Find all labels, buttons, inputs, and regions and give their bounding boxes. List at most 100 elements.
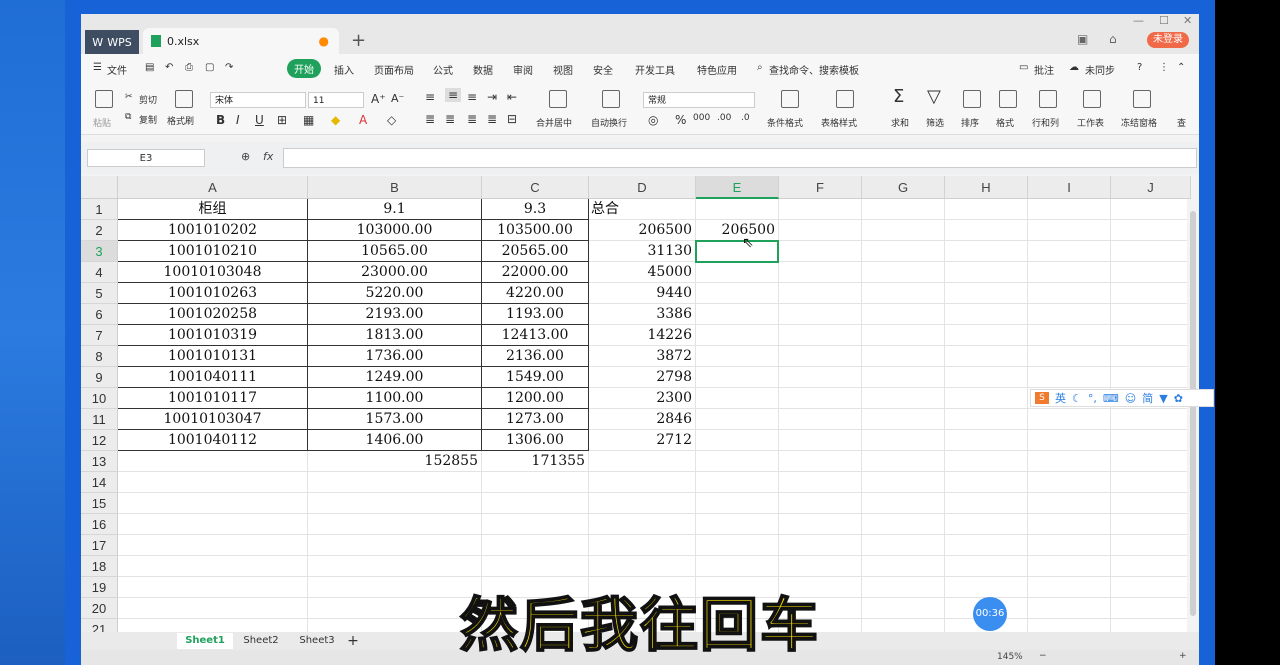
cell-a5[interactable]: 1001010263 bbox=[118, 283, 308, 304]
punct-icon[interactable]: °, bbox=[1088, 392, 1097, 405]
paste-icon[interactable] bbox=[95, 90, 113, 108]
cell-c1[interactable]: 9.3 bbox=[482, 199, 589, 220]
cell-a12[interactable]: 1001040112 bbox=[118, 430, 308, 451]
maximize-icon[interactable]: ☐ bbox=[1159, 14, 1169, 27]
cell-b5[interactable]: 5220.00 bbox=[308, 283, 482, 304]
cell-e7[interactable] bbox=[696, 325, 779, 346]
cell-j12[interactable] bbox=[1111, 430, 1187, 451]
font-color-icon[interactable]: A bbox=[359, 113, 367, 127]
cell-g2[interactable] bbox=[862, 220, 945, 241]
cell-d13[interactable] bbox=[589, 451, 696, 472]
column-header-i[interactable]: I bbox=[1028, 176, 1111, 199]
sum-icon[interactable]: Σ bbox=[893, 86, 904, 107]
cell-f13[interactable] bbox=[779, 451, 862, 472]
cell-c16[interactable] bbox=[482, 514, 589, 535]
thousands-icon[interactable]: 000 bbox=[693, 113, 710, 123]
select-all-corner[interactable] bbox=[81, 176, 118, 199]
cell-g14[interactable] bbox=[862, 472, 945, 493]
cell-g11[interactable] bbox=[862, 409, 945, 430]
skin-icon[interactable]: ⌂ bbox=[1109, 32, 1117, 46]
cell-c7[interactable]: 12413.00 bbox=[482, 325, 589, 346]
cell-f1[interactable] bbox=[779, 199, 862, 220]
cut-icon[interactable]: ✂ bbox=[125, 92, 133, 102]
sum-button[interactable]: 求和 bbox=[891, 116, 909, 129]
cell-e18[interactable] bbox=[696, 556, 779, 577]
cell-i14[interactable] bbox=[1028, 472, 1111, 493]
align-top-icon[interactable]: ≡ bbox=[425, 90, 435, 104]
cell-f17[interactable] bbox=[779, 535, 862, 556]
row-header-13[interactable]: 13 bbox=[81, 451, 118, 472]
cell-i15[interactable] bbox=[1028, 493, 1111, 514]
cell-j8[interactable] bbox=[1111, 346, 1187, 367]
cell-a17[interactable] bbox=[118, 535, 308, 556]
login-button[interactable]: 未登录 bbox=[1147, 32, 1189, 48]
name-box[interactable]: E3 bbox=[87, 149, 205, 167]
row-header-14[interactable]: 14 bbox=[81, 472, 118, 493]
format-painter-icon[interactable] bbox=[175, 90, 193, 108]
vertical-scrollbar[interactable] bbox=[1187, 199, 1199, 640]
ime-toolbar[interactable]: S 英 ☾ °, ⌨ ☺ 简 ▼ ✿ bbox=[1030, 389, 1214, 407]
cell-j11[interactable] bbox=[1111, 409, 1187, 430]
cell-i18[interactable] bbox=[1028, 556, 1111, 577]
rowcol-icon[interactable] bbox=[1039, 90, 1057, 108]
row-header-6[interactable]: 6 bbox=[81, 304, 118, 325]
cell-b3[interactable]: 10565.00 bbox=[308, 241, 482, 262]
cell-c12[interactable]: 1306.00 bbox=[482, 430, 589, 451]
italic-icon[interactable]: I bbox=[236, 113, 240, 127]
cell-b15[interactable] bbox=[308, 493, 482, 514]
cell-h3[interactable] bbox=[945, 241, 1028, 262]
cell-d14[interactable] bbox=[589, 472, 696, 493]
selected-cell-e3[interactable] bbox=[695, 240, 779, 263]
shirt-icon[interactable]: ▼ bbox=[1159, 392, 1167, 405]
cell-h6[interactable] bbox=[945, 304, 1028, 325]
collapse-ribbon-icon[interactable]: ⌃ bbox=[1177, 62, 1185, 73]
cell-e4[interactable] bbox=[696, 262, 779, 283]
save-icon[interactable]: ▤ bbox=[145, 62, 154, 73]
cell-f2[interactable] bbox=[779, 220, 862, 241]
cell-i17[interactable] bbox=[1028, 535, 1111, 556]
cell-j16[interactable] bbox=[1111, 514, 1187, 535]
rowcol-button[interactable]: 行和列 bbox=[1032, 116, 1059, 129]
user-icon[interactable]: ☺ bbox=[1125, 392, 1136, 405]
cell-d12[interactable]: 2712 bbox=[589, 430, 696, 451]
merge-icon[interactable] bbox=[549, 90, 567, 108]
row-header-2[interactable]: 2 bbox=[81, 220, 118, 241]
cell-b11[interactable]: 1573.00 bbox=[308, 409, 482, 430]
column-header-a[interactable]: A bbox=[118, 176, 308, 199]
cell-a15[interactable] bbox=[118, 493, 308, 514]
increase-decimal-icon[interactable]: .00 bbox=[717, 113, 731, 123]
cell-b1[interactable]: 9.1 bbox=[308, 199, 482, 220]
row-header-1[interactable]: 1 bbox=[81, 199, 118, 220]
cell-g4[interactable] bbox=[862, 262, 945, 283]
cell-h4[interactable] bbox=[945, 262, 1028, 283]
cell-h10[interactable] bbox=[945, 388, 1028, 409]
font-shrink-icon[interactable]: A⁻ bbox=[391, 92, 404, 105]
cell-i11[interactable] bbox=[1028, 409, 1111, 430]
cell-e2[interactable]: 206500 bbox=[696, 220, 779, 241]
bold-icon[interactable]: B bbox=[216, 113, 225, 127]
cell-c6[interactable]: 1193.00 bbox=[482, 304, 589, 325]
cell-e12[interactable] bbox=[696, 430, 779, 451]
decrease-decimal-icon[interactable]: .0 bbox=[741, 113, 750, 123]
cell-j7[interactable] bbox=[1111, 325, 1187, 346]
ime-simplified[interactable]: 简 bbox=[1142, 390, 1153, 406]
cell-d4[interactable]: 45000 bbox=[589, 262, 696, 283]
window-mode-icon[interactable]: ▣ bbox=[1077, 32, 1088, 46]
row-header-16[interactable]: 16 bbox=[81, 514, 118, 535]
cell-g12[interactable] bbox=[862, 430, 945, 451]
cell-c13[interactable]: 171355 bbox=[482, 451, 589, 472]
row-header-18[interactable]: 18 bbox=[81, 556, 118, 577]
cell-f3[interactable] bbox=[779, 241, 862, 262]
sort-button[interactable]: 排序 bbox=[961, 116, 979, 129]
cell-g9[interactable] bbox=[862, 367, 945, 388]
cond-format-button[interactable]: 条件格式 bbox=[767, 116, 803, 129]
menu-features[interactable]: 特色应用 bbox=[697, 62, 737, 77]
cell-g8[interactable] bbox=[862, 346, 945, 367]
menu-file[interactable]: 文件 bbox=[107, 62, 127, 77]
outdent-icon[interactable]: ⇤ bbox=[507, 90, 517, 104]
cell-g18[interactable] bbox=[862, 556, 945, 577]
align-middle-icon[interactable]: ≡ bbox=[445, 88, 462, 102]
freeze-icon[interactable] bbox=[1133, 90, 1151, 108]
cell-a9[interactable]: 1001040111 bbox=[118, 367, 308, 388]
cell-d7[interactable]: 14226 bbox=[589, 325, 696, 346]
